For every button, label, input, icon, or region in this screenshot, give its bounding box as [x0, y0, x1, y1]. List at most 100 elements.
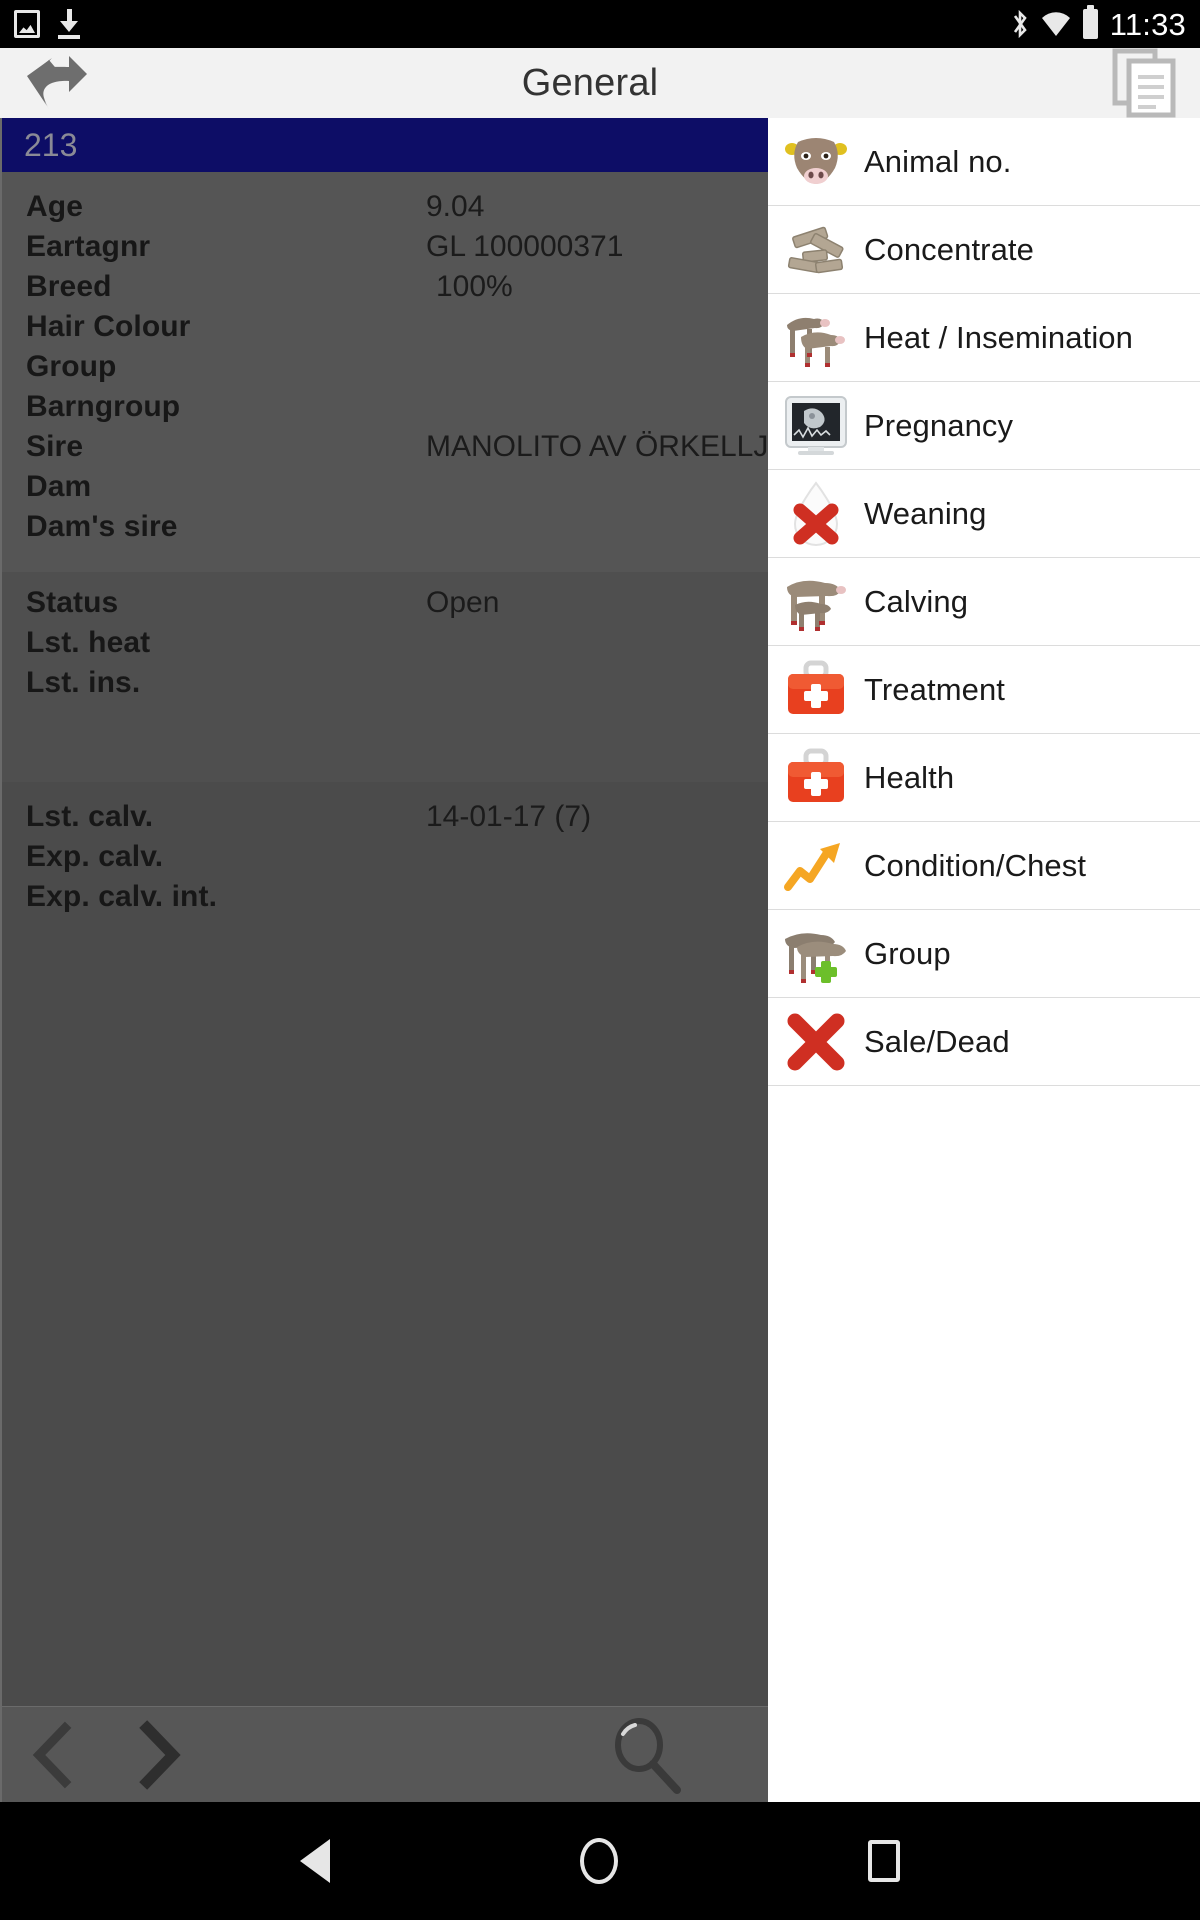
first-aid-kit-icon [768, 646, 864, 734]
detail-row: Exp. calv. [2, 840, 768, 880]
red-cross-icon [768, 998, 864, 1086]
detail-row: Sire MANOLITO AV ÖRKELLJUNGA [2, 430, 855, 470]
detail-row: Hair Colour [2, 310, 768, 350]
detail-row: Eartagnr GL 100000371 [2, 230, 768, 270]
status-bar-right-icons: 11:33 [1011, 5, 1186, 42]
menu-item-weaning[interactable]: Weaning [768, 470, 1200, 558]
detail-value: 9.04 [426, 190, 485, 223]
calving-block: Lst. calv. 14-01-17 (7) Exp. calv. Exp. … [2, 782, 768, 934]
status-bar-clock: 11:33 [1109, 6, 1186, 42]
detail-row: Status Open [2, 586, 768, 626]
menu-item-heat-insemination[interactable]: Heat / Insemination [768, 294, 1200, 382]
action-menu-panel: Animal no. Concentrate Heat / Inseminati… [768, 118, 1200, 1802]
detail-value: 100% [436, 270, 513, 303]
detail-row: Dam's sire [2, 510, 768, 550]
detail-key: Exp. calv. [26, 840, 164, 873]
menu-item-concentrate[interactable]: Concentrate [768, 206, 1200, 294]
menu-item-label: Group [864, 935, 951, 971]
page-title: General [521, 61, 659, 104]
menu-item-group[interactable]: Group [768, 910, 1200, 998]
detail-key: Sire [26, 430, 84, 463]
detail-row: Dam [2, 470, 768, 510]
detail-key: Lst. heat [26, 626, 151, 659]
menu-item-label: Heat / Insemination [864, 319, 1133, 355]
menu-item-pregnancy[interactable]: Pregnancy [768, 382, 1200, 470]
copy-documents-icon [1112, 48, 1176, 118]
menu-item-label: Weaning [864, 495, 987, 531]
search-button[interactable] [594, 1707, 698, 1803]
detail-key: Hair Colour [26, 310, 191, 343]
detail-bottom-toolbar [2, 1706, 770, 1802]
menu-item-label: Calving [864, 583, 969, 619]
app-title-bar: General [0, 48, 1200, 118]
menu-item-label: Condition/Chest [864, 847, 1087, 883]
detail-key: Exp. calv. int. [26, 880, 218, 913]
cow-head-icon [768, 118, 864, 206]
detail-row: Group [2, 350, 768, 390]
trend-up-arrow-icon [768, 822, 864, 910]
battery-icon [1082, 5, 1098, 39]
detail-row: Lst. heat [2, 626, 768, 666]
menu-item-treatment[interactable]: Treatment [768, 646, 1200, 734]
detail-value: GL 100000371 [426, 230, 624, 263]
detail-value: Open [426, 586, 500, 619]
detail-key: Dam's sire [26, 510, 178, 543]
next-animal-button[interactable] [106, 1707, 210, 1803]
chevron-right-icon [139, 1719, 181, 1790]
detail-key: Group [26, 350, 117, 383]
menu-item-condition-chest[interactable]: Condition/Chest [768, 822, 1200, 910]
detail-key: Lst. ins. [26, 666, 141, 699]
menu-item-sale-dead[interactable]: Sale/Dead [768, 998, 1200, 1086]
detail-row: Breed 100% [2, 270, 768, 310]
menu-item-label: Treatment [864, 671, 1006, 707]
chevron-left-icon [32, 1721, 72, 1788]
menu-item-calving[interactable]: Calving [768, 558, 1200, 646]
detail-row: Age 9.04 [2, 190, 768, 230]
previous-animal-button[interactable] [2, 1707, 106, 1803]
menu-item-animal-no[interactable]: Animal no. [768, 118, 1200, 206]
milk-drop-cross-icon [768, 470, 864, 558]
detail-key: Lst. calv. [26, 800, 154, 833]
detail-row: Lst. calv. 14-01-17 (7) [2, 800, 768, 840]
detail-key: Dam [26, 470, 92, 503]
nav-back-icon[interactable] [300, 1839, 330, 1883]
detail-key: Status [26, 586, 119, 619]
animal-id-value: 213 [24, 126, 78, 163]
status-bar: 11:33 [0, 0, 1200, 48]
nav-home-icon[interactable] [580, 1838, 618, 1884]
status-bar-left-icons [14, 9, 82, 39]
menu-item-label: Sale/Dead [864, 1023, 1010, 1059]
detail-row: Barngroup [2, 390, 768, 430]
menu-item-health[interactable]: Health [768, 734, 1200, 822]
ultrasound-monitor-icon [768, 382, 864, 470]
animal-id-bar: 213 [2, 118, 768, 172]
search-magnifier-icon [615, 1717, 681, 1794]
menu-item-label: Concentrate [864, 231, 1034, 267]
detail-row: Exp. calv. int. [2, 880, 768, 920]
screenshot-image-icon [14, 10, 40, 38]
detail-key: Age [26, 190, 83, 223]
menu-item-label: Health [864, 759, 955, 795]
menu-item-label: Pregnancy [864, 407, 1014, 443]
detail-row: Lst. ins. [2, 666, 768, 706]
feed-sticks-icon [768, 206, 864, 294]
reproduction-block: Status Open Lst. heat Lst. ins. [2, 572, 768, 782]
android-navigation-bar [0, 1802, 1200, 1920]
wifi-icon [1041, 11, 1071, 37]
detail-key: Eartagnr [26, 230, 151, 263]
bluetooth-icon [1011, 9, 1029, 39]
two-cattle-icon [768, 294, 864, 382]
detail-key: Breed [26, 270, 112, 303]
first-aid-kit-icon [768, 734, 864, 822]
nav-recents-icon[interactable] [868, 1840, 900, 1882]
menu-item-label: Animal no. [864, 143, 1012, 179]
animal-detail-panel: 213 Age 9.04 Eartagnr GL 100000371 Breed… [0, 118, 855, 1802]
cattle-plus-icon [768, 910, 864, 998]
android-screen: 11:33 General 213 Age 9.04 Eartagnr GL 1… [0, 0, 1200, 1920]
copy-documents-button[interactable] [1090, 48, 1200, 118]
download-icon [56, 9, 82, 39]
cow-calf-icon [768, 558, 864, 646]
back-arrow-icon [27, 56, 87, 109]
detail-key: Barngroup [26, 390, 181, 423]
